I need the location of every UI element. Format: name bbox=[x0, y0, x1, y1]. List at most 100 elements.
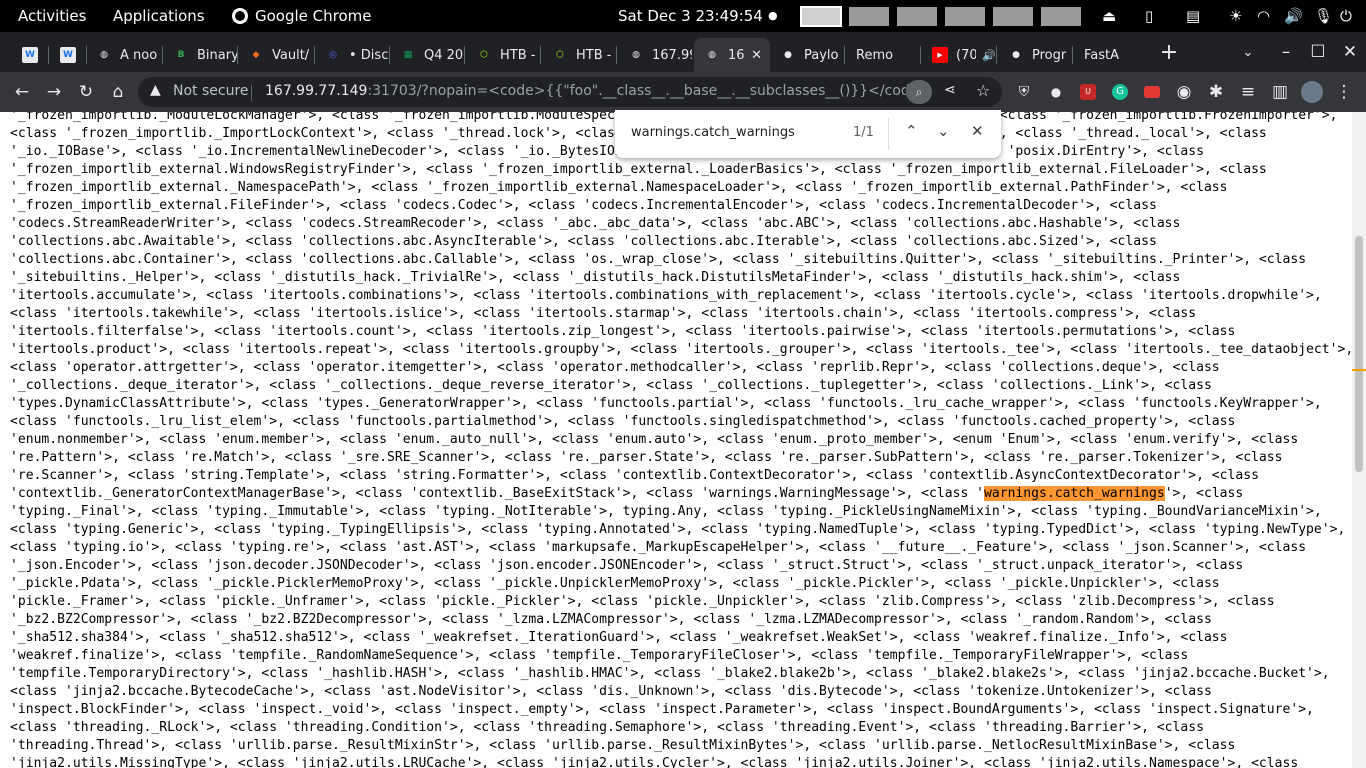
ublock-icon[interactable]: U bbox=[1072, 76, 1104, 108]
output-line: 'itertools.accumulate'>, <class 'itertoo… bbox=[10, 288, 1322, 303]
home-button[interactable]: ⌂ bbox=[102, 76, 134, 108]
tab-2[interactable]: W bbox=[50, 38, 86, 72]
not-secure-label[interactable]: Not secure bbox=[173, 83, 249, 99]
tab-strip: W W ◍ A noo B Binary ◆ Vault/ ◎ • Disco ▦ Q4 20 ⬡ HTB… bbox=[0, 32, 1366, 72]
layout-icon[interactable]: ▤ bbox=[1186, 0, 1200, 32]
workspace-1[interactable] bbox=[800, 6, 842, 27]
output-line: 'contextlib._GeneratorContextManagerBase… bbox=[10, 485, 1350, 503]
workspace-6[interactable] bbox=[1041, 7, 1081, 26]
tab-10[interactable]: ◍ 167.99 bbox=[618, 38, 692, 72]
clipboard-icon[interactable]: ▯ bbox=[1145, 0, 1153, 32]
wifi-icon[interactable]: ◠ bbox=[1257, 0, 1270, 32]
extension-mask-icon[interactable]: ● bbox=[1040, 76, 1072, 108]
applications-menu[interactable]: Applications bbox=[113, 0, 205, 32]
output-line: 'tempfile.TemporaryDirectory'>, <class '… bbox=[10, 666, 1330, 681]
tab-12[interactable]: ● Paylo bbox=[770, 38, 844, 72]
url-text[interactable]: 167.99.77.149:31703/?nopain=<code>{{"foo… bbox=[265, 83, 930, 99]
brightness-icon[interactable]: ☀ bbox=[1229, 0, 1242, 32]
output-line: 'types.DynamicClassAttribute'>, <class '… bbox=[10, 396, 1322, 411]
workspace-3[interactable] bbox=[897, 7, 937, 26]
chrome-icon bbox=[232, 8, 248, 24]
eject-icon[interactable]: ⏏ bbox=[1102, 0, 1116, 32]
media-control-icon[interactable]: ≡ bbox=[1232, 76, 1264, 108]
extension-play-icon[interactable] bbox=[1136, 76, 1168, 108]
side-panel-icon[interactable]: ▥ bbox=[1264, 76, 1296, 108]
close-window-button[interactable]: ✕ bbox=[1334, 36, 1366, 68]
clock[interactable]: Sat Dec 3 23:49:54 bbox=[618, 0, 763, 32]
maximize-button[interactable]: ☐ bbox=[1302, 36, 1334, 68]
forward-button[interactable]: → bbox=[38, 76, 70, 108]
tab-6[interactable]: ◎ • Disco bbox=[315, 38, 389, 72]
page-search-icon[interactable]: ⌕ bbox=[906, 80, 932, 104]
address-separator bbox=[251, 85, 252, 101]
app-menu[interactable]: Google Chrome bbox=[232, 0, 372, 32]
scrollbar-thumb[interactable] bbox=[1355, 236, 1363, 472]
audio-playing-icon[interactable]: 🔊 bbox=[982, 49, 996, 62]
tab-5[interactable]: ◆ Vault/ bbox=[238, 38, 314, 72]
tab-11[interactable]: ◍ 16 ✕ bbox=[694, 38, 770, 72]
find-separator bbox=[888, 118, 889, 150]
profile-avatar[interactable] bbox=[1296, 76, 1328, 108]
output-line: 'enum.nonmember'>, <class 'enum.member'>… bbox=[10, 432, 1299, 447]
tab-13[interactable]: Remo bbox=[846, 38, 920, 72]
microphone-icon[interactable]: 🎙 bbox=[1314, 0, 1333, 32]
bookmark-star-icon[interactable]: ☆ bbox=[976, 81, 990, 100]
output-line: 'collections.abc.Awaitable'>, <class 'co… bbox=[10, 234, 1157, 249]
url-host: 167.99.77.149 bbox=[265, 83, 368, 99]
find-close-button[interactable]: ✕ bbox=[971, 122, 984, 140]
extension-circle-icon[interactable]: ◉ bbox=[1168, 76, 1200, 108]
tab-16[interactable]: FastA bbox=[1074, 38, 1150, 72]
tab-title: Progr bbox=[1032, 47, 1067, 63]
tab-9[interactable]: ⬡ HTB - bbox=[542, 38, 616, 72]
find-next-button[interactable]: ⌄ bbox=[937, 122, 950, 140]
github-icon: ● bbox=[784, 50, 792, 60]
new-tab-button[interactable]: + bbox=[1153, 36, 1185, 68]
subclasses-output: '_frozen_importlib._ModuleLockManager'>,… bbox=[10, 112, 1352, 768]
chrome-menu-icon[interactable]: ⋮ bbox=[1328, 76, 1360, 108]
tab-8[interactable]: ⬡ HTB - bbox=[466, 38, 540, 72]
power-icon[interactable]: ⏻ bbox=[1340, 0, 1352, 32]
grammarly-icon[interactable]: G bbox=[1104, 76, 1136, 108]
find-input[interactable]: warnings.catch_warnings bbox=[631, 125, 795, 140]
output-line: 're.Pattern'>, <class 're.Match'>, <clas… bbox=[10, 450, 1283, 465]
reload-button[interactable]: ↻ bbox=[70, 76, 102, 108]
output-line: <class 'typing.Generic'>, <class 'typing… bbox=[10, 522, 1346, 537]
tab-15[interactable]: ● Progr bbox=[998, 38, 1072, 72]
tab-title: Q4 20 bbox=[424, 47, 464, 63]
minimize-button[interactable]: – bbox=[1270, 36, 1302, 68]
tab-search-button[interactable]: ⌄ bbox=[1232, 36, 1264, 68]
workspace-5[interactable] bbox=[993, 7, 1033, 26]
tab-title: Vault/ bbox=[272, 47, 310, 63]
url-path: :31703/?nopain=<code>{{"foo".__class__._… bbox=[367, 83, 931, 99]
output-line: <class 'threading._RLock'>, <class 'thre… bbox=[10, 720, 1204, 735]
extensions-puzzle-icon[interactable]: ✱ bbox=[1200, 76, 1232, 108]
tab-4[interactable]: B Binary bbox=[163, 38, 237, 72]
tab-title: 167.99 bbox=[652, 47, 692, 63]
htb-icon: ⬡ bbox=[556, 50, 564, 60]
tab-3[interactable]: ◍ A noo bbox=[86, 38, 162, 72]
close-tab-icon[interactable]: ✕ bbox=[751, 48, 762, 63]
workspace-4[interactable] bbox=[945, 7, 985, 26]
output-line: 'codecs.StreamReaderWriter'>, <class 'co… bbox=[10, 216, 1181, 231]
workspace-2[interactable] bbox=[849, 7, 889, 26]
output-line: '_sha512.sha384'>, <class '_sha512.sha51… bbox=[10, 630, 1228, 645]
tab-7[interactable]: ▦ Q4 20 bbox=[390, 38, 464, 72]
activities-button[interactable]: Activities bbox=[18, 0, 86, 32]
find-previous-button[interactable]: ⌃ bbox=[905, 122, 918, 140]
output-line: <class 'jinja2.bccache.BytecodeCache'>, … bbox=[10, 684, 1212, 699]
output-line: 'collections.abc.Container'>, <class 'co… bbox=[10, 252, 1307, 267]
gitlab-icon: ◆ bbox=[252, 50, 260, 60]
output-line: 'weakref.finalize'>, <class 'tempfile._R… bbox=[10, 648, 1189, 663]
output-line: '_bz2.BZ2Compressor'>, <class '_bz2.BZ2D… bbox=[10, 612, 1212, 627]
tab-separator bbox=[540, 46, 541, 64]
tab-14[interactable]: ▶ (70 🔊 bbox=[922, 38, 996, 72]
address-bar[interactable]: ▲ Not secure 167.99.77.149:31703/?nopain… bbox=[138, 77, 1002, 107]
back-button[interactable]: ← bbox=[6, 76, 38, 108]
tab-1[interactable]: W bbox=[12, 38, 48, 72]
extension-shield-icon[interactable]: ⛨ bbox=[1008, 76, 1040, 108]
page-scrollbar[interactable] bbox=[1352, 112, 1366, 768]
volume-icon[interactable]: 🔊 bbox=[1284, 0, 1303, 32]
W-icon: W bbox=[22, 47, 38, 63]
find-bar: warnings.catch_warnings 1/1 ⌃ ⌄ ✕ bbox=[615, 110, 1001, 158]
share-icon[interactable]: ⋖ bbox=[944, 82, 956, 98]
